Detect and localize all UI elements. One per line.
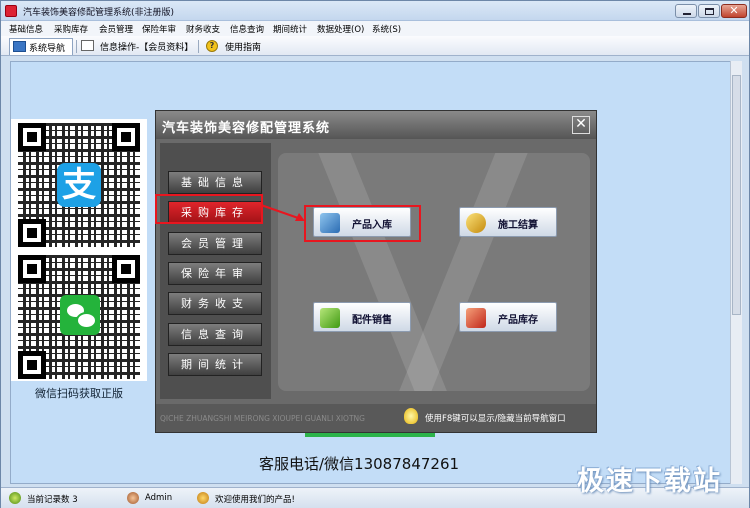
button-label: 施工结算 bbox=[498, 220, 538, 231]
nav-close-button[interactable]: ✕ bbox=[572, 116, 590, 134]
main-window: 汽车装饰美容修配管理系统(非注册版) ✕ 基础信息 采购库存 会员管理 保险年审… bbox=[0, 0, 750, 508]
window-title: 汽车装饰美容修配管理系统(非注册版) bbox=[23, 8, 175, 18]
highlight-box-function bbox=[304, 205, 421, 242]
close-icon: ✕ bbox=[729, 4, 739, 17]
nav-finance[interactable]: 财务收支 bbox=[168, 292, 262, 315]
qr-finder-pattern bbox=[18, 123, 46, 151]
parts-sales-button[interactable]: 配件销售 bbox=[313, 302, 411, 332]
nav-dialog-body: 基础信息 采购库存 会员管理 保险年审 财务收支 信息查询 期间统计 bbox=[156, 139, 596, 404]
tab-system-nav[interactable]: 系统导航 bbox=[9, 38, 73, 55]
monitor-icon bbox=[13, 41, 26, 52]
people-icon bbox=[197, 492, 209, 504]
nav-insurance[interactable]: 保险年审 bbox=[168, 262, 262, 285]
maximize-icon bbox=[705, 8, 714, 15]
tab-info-ops[interactable]: 信息操作-【会员资料】 bbox=[81, 38, 194, 55]
nav-basic-info[interactable]: 基础信息 bbox=[168, 171, 262, 194]
minimize-icon bbox=[683, 13, 691, 15]
records-icon bbox=[9, 492, 21, 504]
divider bbox=[198, 40, 199, 53]
menu-finance[interactable]: 财务收支 bbox=[186, 23, 220, 35]
menu-basic-info[interactable]: 基础信息 bbox=[9, 23, 43, 35]
scrollbar-thumb[interactable] bbox=[732, 75, 741, 315]
nav-dialog-title: 汽车装饰美容修配管理系统 bbox=[162, 121, 331, 136]
wechat-logo-icon bbox=[60, 295, 100, 335]
watermark-logo: 极速下载站 bbox=[577, 466, 722, 497]
lightbulb-icon bbox=[404, 408, 418, 424]
maximize-button[interactable] bbox=[698, 4, 720, 18]
nav-dialog-footer: QICHE ZHUANGSHI MEIRONG XIOUPEI GUANLI X… bbox=[156, 404, 596, 432]
user-icon bbox=[127, 492, 139, 504]
construction-settle-button[interactable]: 施工结算 bbox=[459, 207, 557, 237]
button-label: 产品库存 bbox=[498, 315, 538, 326]
help-icon: ? bbox=[206, 40, 218, 52]
qr-finder-pattern bbox=[18, 351, 46, 379]
status-user-label: Admin bbox=[145, 493, 173, 503]
nav-category-list: 基础信息 采购库存 会员管理 保险年审 财务收支 信息查询 期间统计 bbox=[160, 143, 271, 399]
navigation-dialog: 汽车装饰美容修配管理系统 ✕ 基础信息 采购库存 会员管理 保险年审 财务收支 … bbox=[155, 110, 597, 433]
menu-purchase-stock[interactable]: 采购库存 bbox=[54, 23, 88, 35]
menu-query[interactable]: 信息查询 bbox=[230, 23, 264, 35]
nav-footer-tip: 使用F8键可以显示/隐藏当前导航窗口 bbox=[425, 414, 566, 424]
nav-member[interactable]: 会员管理 bbox=[168, 232, 262, 255]
nav-function-panel bbox=[278, 153, 590, 391]
menu-data[interactable]: 数据处理(O) bbox=[317, 23, 364, 35]
contact-info: 客服电话/微信13087847261 bbox=[259, 455, 460, 473]
vertical-scrollbar[interactable] bbox=[730, 61, 742, 484]
menu-statistics[interactable]: 期间统计 bbox=[273, 23, 307, 35]
ledger-icon bbox=[320, 308, 340, 328]
coins-icon bbox=[466, 213, 486, 233]
tab-bar: 系统导航 信息操作-【会员资料】 ? 使用指南 bbox=[1, 36, 749, 56]
menu-insurance[interactable]: 保险年审 bbox=[142, 23, 176, 35]
menu-bar: 基础信息 采购库存 会员管理 保险年审 财务收支 信息查询 期间统计 数据处理(… bbox=[1, 21, 749, 36]
annotation-arrow-icon bbox=[260, 204, 305, 221]
nav-footer-pinyin: QICHE ZHUANGSHI MEIRONG XIOUPEI GUANLI X… bbox=[160, 414, 365, 423]
menu-system[interactable]: 系统(S) bbox=[372, 23, 401, 35]
nav-query[interactable]: 信息查询 bbox=[168, 323, 262, 346]
minimize-button[interactable] bbox=[675, 4, 697, 18]
qr-finder-pattern bbox=[18, 219, 46, 247]
close-button[interactable]: ✕ bbox=[721, 4, 747, 18]
tab-user-guide[interactable]: ? 使用指南 bbox=[206, 38, 266, 55]
tab-label: 信息操作-【会员资料】 bbox=[100, 43, 194, 53]
alipay-logo-icon: 支 bbox=[57, 163, 101, 207]
nav-dialog-header[interactable]: 汽车装饰美容修配管理系统 ✕ bbox=[156, 111, 596, 139]
divider bbox=[76, 40, 77, 53]
status-records-label: 当前记录数 3 bbox=[27, 495, 78, 505]
app-icon bbox=[5, 5, 17, 17]
house-icon bbox=[466, 308, 486, 328]
qr-panel: 支 bbox=[11, 119, 147, 381]
status-welcome-label: 欢迎使用我们的产品! bbox=[215, 495, 295, 505]
title-bar[interactable]: 汽车装饰美容修配管理系统(非注册版) ✕ bbox=[1, 1, 749, 21]
button-label: 配件销售 bbox=[352, 315, 392, 326]
document-icon bbox=[81, 40, 94, 51]
qr-finder-pattern bbox=[18, 255, 46, 283]
qr-caption: 微信扫码获取正版 bbox=[35, 387, 123, 400]
qr-finder-pattern bbox=[112, 255, 140, 283]
tab-label: 系统导航 bbox=[29, 44, 66, 54]
highlight-box-category bbox=[155, 194, 263, 224]
qr-finder-pattern bbox=[112, 123, 140, 151]
menu-member[interactable]: 会员管理 bbox=[99, 23, 133, 35]
nav-statistics[interactable]: 期间统计 bbox=[168, 353, 262, 376]
tab-label: 使用指南 bbox=[225, 43, 262, 53]
product-stock-button[interactable]: 产品库存 bbox=[459, 302, 557, 332]
green-accent-bar bbox=[305, 433, 435, 437]
